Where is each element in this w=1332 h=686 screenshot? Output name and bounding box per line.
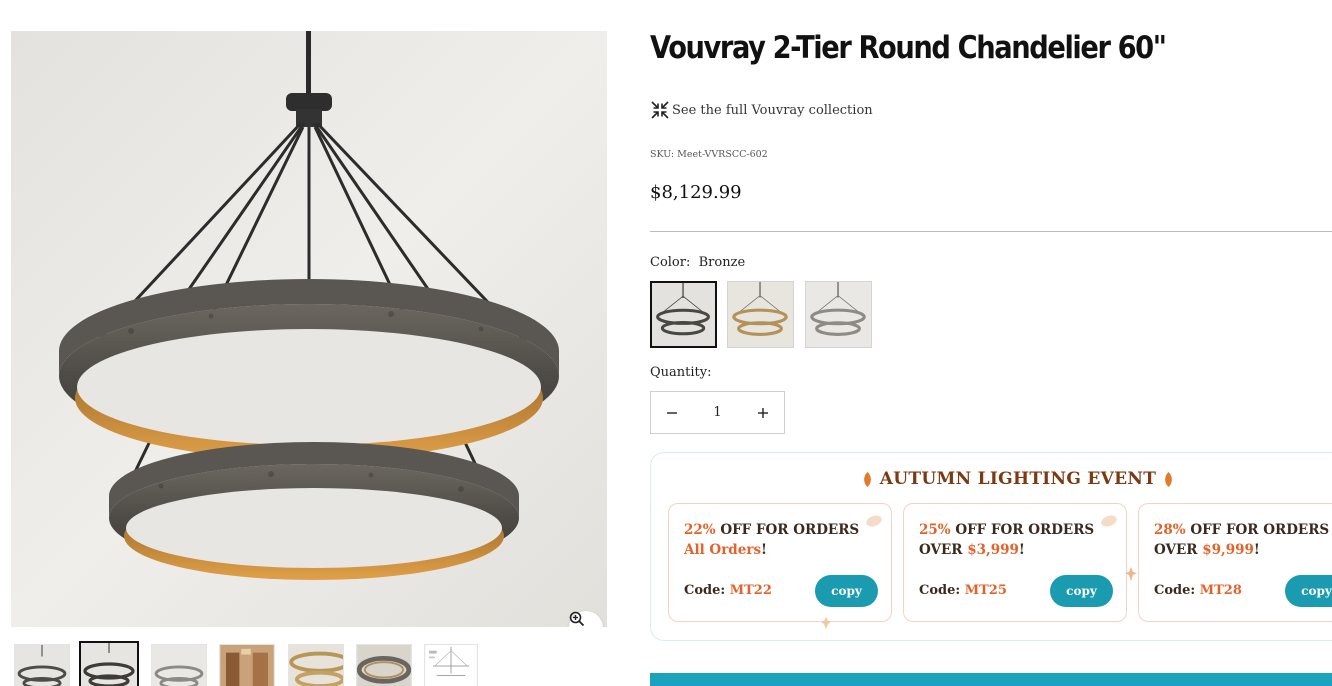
color-swatch-silver[interactable] xyxy=(805,281,872,348)
chandelier-illustration xyxy=(11,31,607,627)
copy-code-button[interactable]: copy xyxy=(1285,575,1332,607)
product-price: $8,129.99 xyxy=(650,182,742,203)
thumbnail-image xyxy=(81,643,137,686)
add-to-cart-button[interactable] xyxy=(650,673,1332,686)
thumbnail-image xyxy=(220,645,274,686)
coupon-code: Code: MT25 xyxy=(919,583,1007,598)
falling-leaf-icon xyxy=(1125,567,1137,581)
collection-link[interactable]: See the full Vouvray collection xyxy=(650,100,873,120)
minus-icon xyxy=(667,411,677,414)
thumbnail-6[interactable] xyxy=(356,644,412,686)
coupon-card: 22% OFF FOR ORDERS All Orders! Code: MT2… xyxy=(668,503,892,622)
coupon-code: Code: MT22 xyxy=(684,583,772,598)
quantity-increase-button[interactable] xyxy=(742,392,784,433)
quantity-input[interactable]: 1 xyxy=(693,405,742,420)
color-swatch-bronze[interactable] xyxy=(650,281,717,348)
copy-code-button[interactable]: copy xyxy=(1050,575,1113,607)
thumbnail-2-active[interactable] xyxy=(79,641,139,686)
product-title: Vouvray 2-Tier Round Chandelier 60" xyxy=(650,30,1167,66)
coupon-title: 22% OFF FOR ORDERS All Orders! xyxy=(684,522,860,558)
section-divider xyxy=(650,231,1332,232)
coupon-code: Code: MT28 xyxy=(1154,583,1242,598)
color-option-label: Color: Bronze xyxy=(650,255,745,270)
thumbnail-image xyxy=(289,645,343,686)
zoom-in-icon xyxy=(569,611,585,627)
promo-heading-text: AUTUMN LIGHTING EVENT xyxy=(879,469,1157,489)
thumbnail-image xyxy=(357,645,411,686)
leaf-icon xyxy=(1165,471,1173,487)
product-sku: SKU: Meet-VVRSCC-602 xyxy=(650,149,768,160)
coupon-card: 25% OFF FOR ORDERS OVER $3,999! Code: MT… xyxy=(903,503,1127,622)
falling-leaf-icon xyxy=(821,617,831,629)
thumbnail-image xyxy=(425,645,477,686)
thumbnail-strip xyxy=(11,641,611,686)
color-label: Color: xyxy=(650,255,691,270)
promo-banner: AUTUMN LIGHTING EVENT 22% OFF FOR ORDERS… xyxy=(650,452,1332,641)
swatch-brass-image xyxy=(728,282,793,347)
plus-icon xyxy=(758,407,768,418)
promo-heading: AUTUMN LIGHTING EVENT xyxy=(651,469,1332,489)
quantity-stepper: 1 xyxy=(650,391,785,434)
quantity-label: Quantity: xyxy=(650,365,712,380)
coupon-card: 28% OFF FOR ORDERS OVER $9,999! Code: MT… xyxy=(1138,503,1332,622)
swatch-silver-image xyxy=(806,282,871,347)
product-main-image[interactable] xyxy=(11,31,607,627)
color-selected-value: Bronze xyxy=(698,255,746,270)
color-swatch-brass[interactable] xyxy=(727,281,794,348)
leaf-icon xyxy=(863,471,871,487)
thumbnail-image xyxy=(15,645,69,686)
thumbnail-4[interactable] xyxy=(219,644,275,686)
thumbnail-image xyxy=(152,645,206,686)
quantity-decrease-button[interactable] xyxy=(651,392,693,433)
thumbnail-5[interactable] xyxy=(288,644,344,686)
thumbnail-7[interactable] xyxy=(424,644,478,686)
coupon-title: 25% OFF FOR ORDERS OVER $3,999! xyxy=(919,522,1095,558)
thumbnail-1[interactable] xyxy=(14,644,70,686)
swatch-bronze-image xyxy=(652,283,715,346)
collection-link-label[interactable]: See the full Vouvray collection xyxy=(672,103,873,118)
coupon-title: 28% OFF FOR ORDERS OVER $9,999! xyxy=(1154,522,1330,558)
thumbnail-3[interactable] xyxy=(151,644,207,686)
copy-code-button[interactable]: copy xyxy=(815,575,878,607)
collapse-arrows-icon xyxy=(651,101,669,119)
